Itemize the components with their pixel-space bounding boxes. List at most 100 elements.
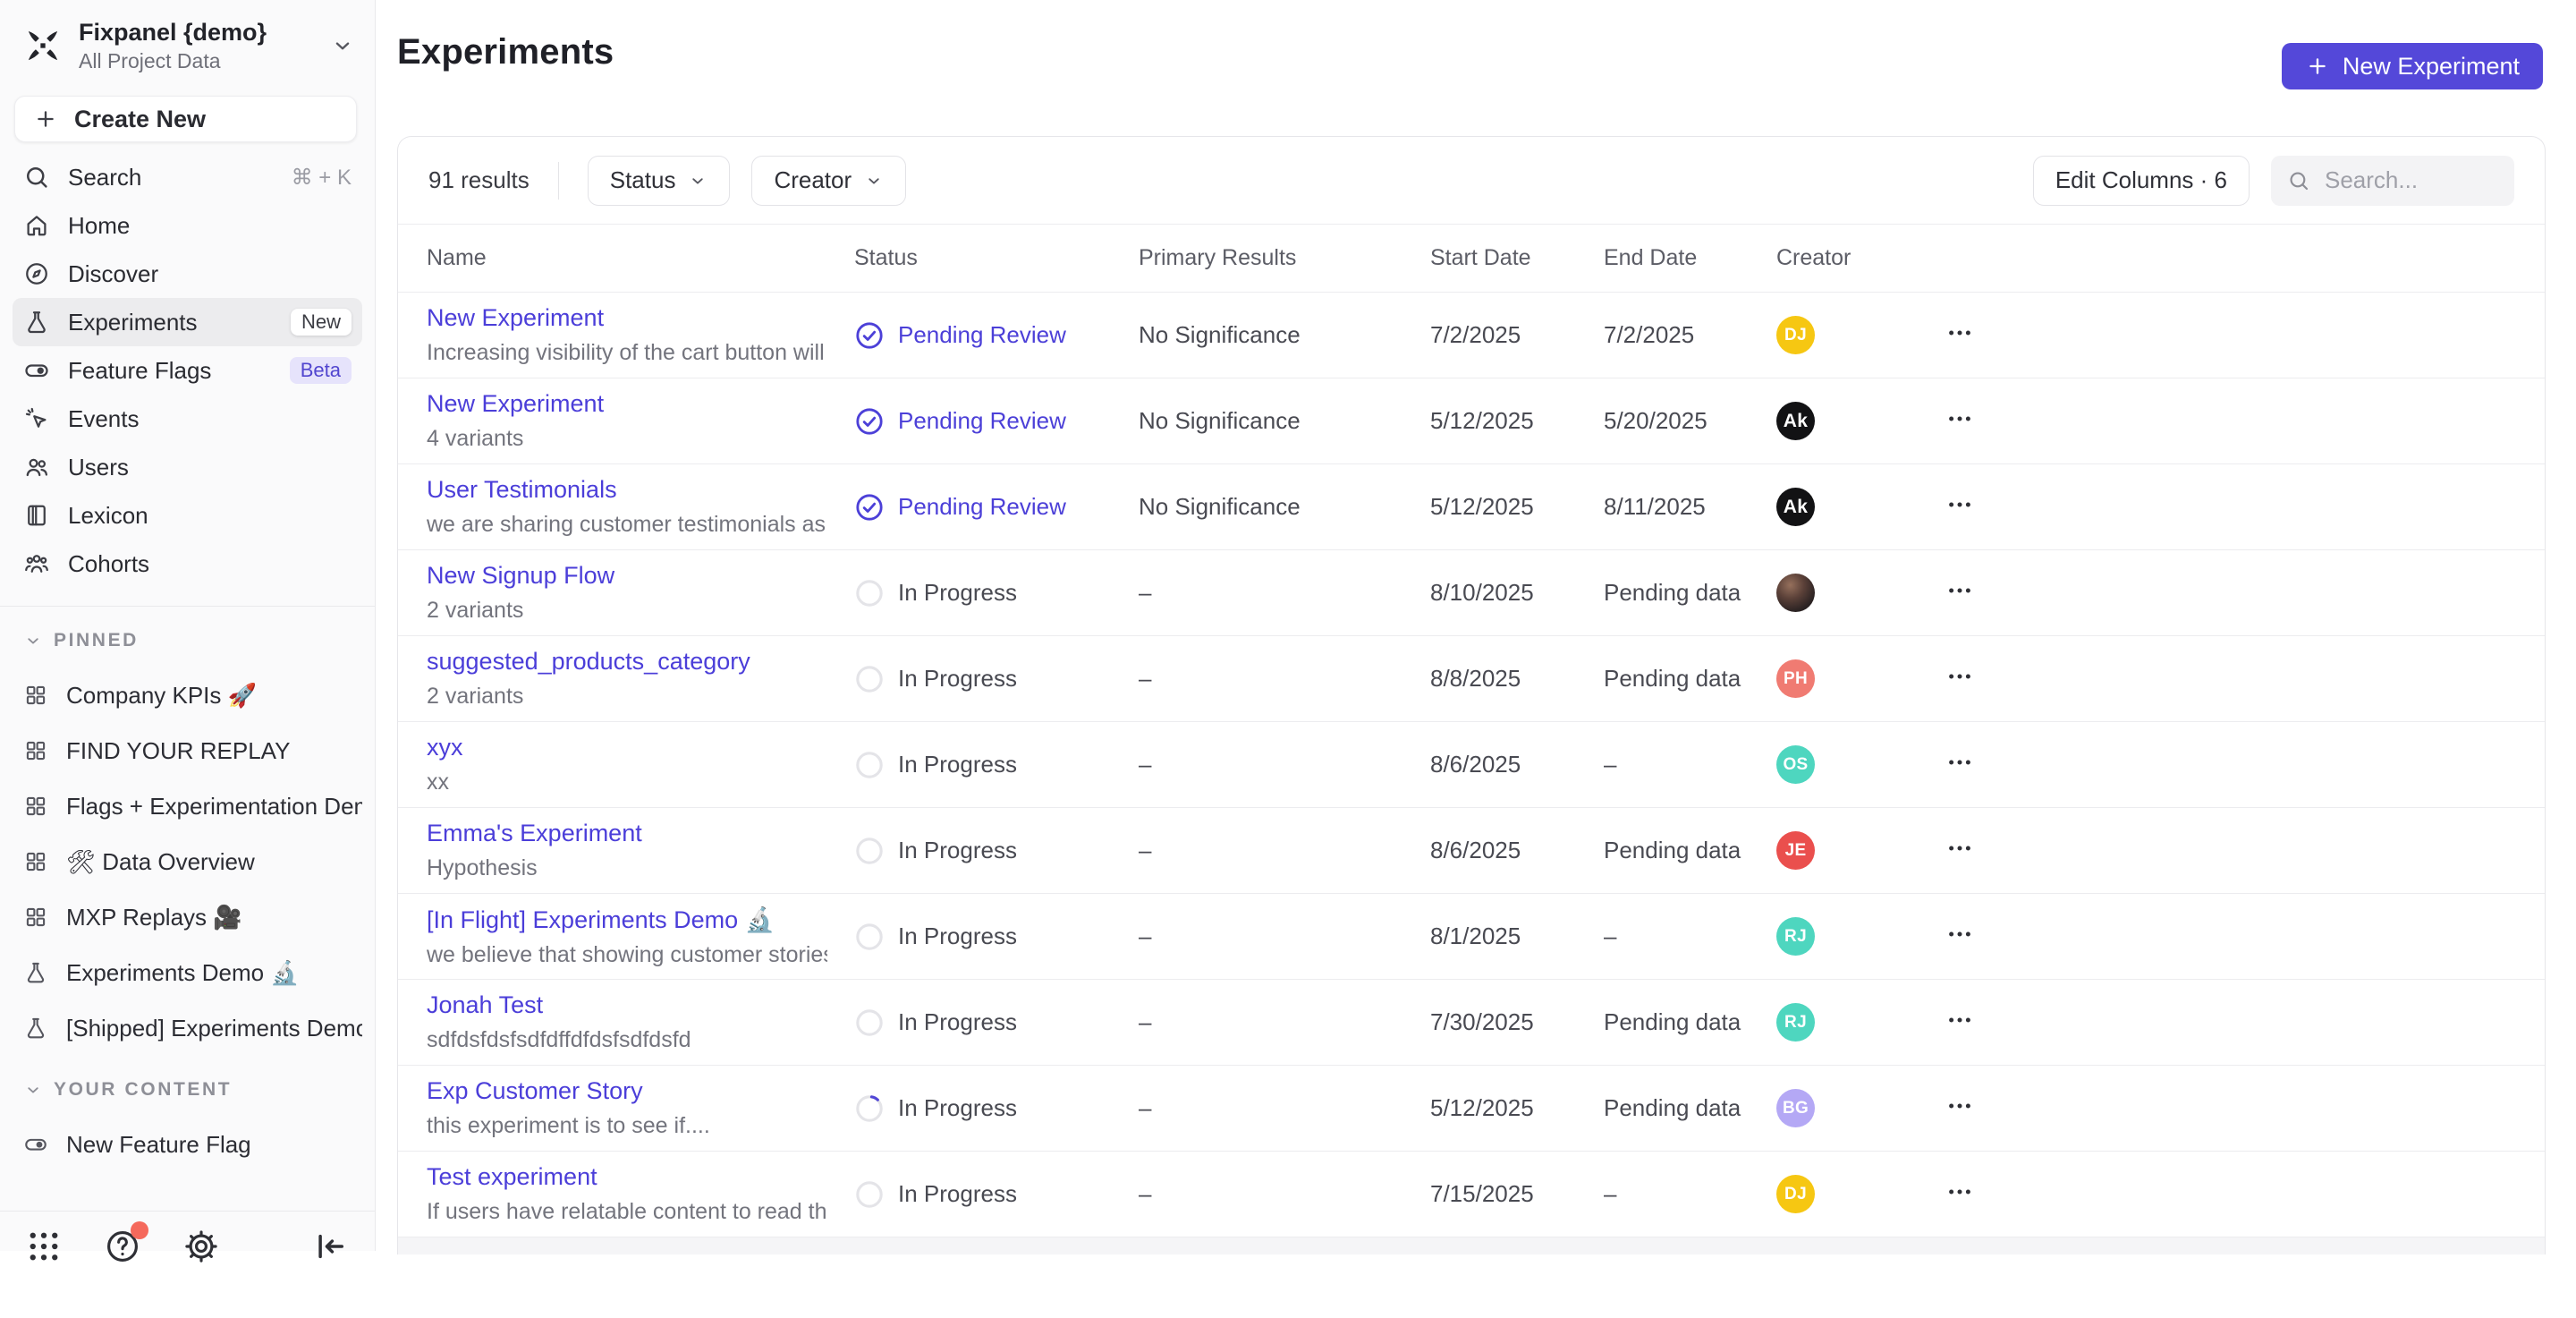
create-new-button[interactable]: Create New — [14, 96, 357, 142]
table-row: New Signup Flow 2 variants In Progress –… — [398, 550, 2545, 636]
pinned-item[interactable]: MXP Replays 🎥 — [13, 889, 362, 945]
edit-columns-button[interactable]: Edit Columns · 6 — [2033, 156, 2250, 206]
collapse-sidebar-icon[interactable] — [312, 1228, 350, 1265]
row-actions-menu-icon[interactable] — [1946, 405, 1973, 432]
search-input[interactable] — [2323, 166, 2498, 195]
creator-avatar[interactable]: DJ — [1776, 1175, 1815, 1213]
row-actions-menu-icon[interactable] — [1946, 319, 1973, 346]
row-actions-menu-icon[interactable] — [1946, 1093, 1973, 1119]
creator-avatar[interactable]: JE — [1776, 831, 1815, 870]
experiment-name-link[interactable]: [In Flight] Experiments Demo 🔬 — [427, 906, 827, 934]
new-experiment-button[interactable]: New Experiment — [2282, 43, 2543, 89]
pinned-item[interactable]: [Shipped] Experiments Demo 🖊 — [13, 1000, 362, 1056]
filter-dropdown[interactable]: Creator — [751, 156, 906, 206]
row-actions-menu-icon[interactable] — [1946, 491, 1973, 518]
status-icon — [854, 922, 885, 952]
sidebar-nav-item[interactable]: Home — [13, 201, 362, 250]
experiment-name-link[interactable]: Jonah Test — [427, 991, 827, 1019]
table-toolbar: 91 results Status Creator Edit Columns ·… — [398, 137, 2545, 225]
row-actions-menu-icon[interactable] — [1946, 1007, 1973, 1033]
row-actions-menu-icon[interactable] — [1946, 749, 1973, 776]
pinned-item[interactable]: Company KPIs 🚀 — [13, 668, 362, 723]
row-actions-menu-icon[interactable] — [1946, 663, 1973, 690]
sidebar-nav-item[interactable]: Discover — [13, 250, 362, 298]
column-header[interactable]: End Date — [1604, 245, 1776, 271]
your-content-item-icon — [23, 1132, 48, 1157]
creator-avatar[interactable]: BG — [1776, 1089, 1815, 1127]
row-actions-menu-icon[interactable] — [1946, 835, 1973, 862]
experiment-name-link[interactable]: Test experiment — [427, 1163, 827, 1191]
your-content-section-header[interactable]: YOUR CONTENT — [13, 1072, 362, 1108]
filter-dropdown[interactable]: Status — [588, 156, 731, 206]
create-new-label: Create New — [74, 106, 206, 133]
table-body: New Experiment Increasing visibility of … — [398, 293, 2545, 1254]
experiment-name-link[interactable]: Emma's Experiment — [427, 820, 827, 847]
creator-avatar[interactable]: Ak — [1776, 402, 1815, 440]
your-content-item[interactable]: New Feature Flag — [13, 1117, 362, 1172]
sidebar-nav-item[interactable]: Users — [13, 443, 362, 491]
experiment-name-link[interactable]: Exp Customer Story — [427, 1077, 827, 1105]
your-content-item-label: New Feature Flag — [66, 1131, 251, 1159]
column-header[interactable]: Primary Results — [1139, 245, 1430, 271]
creator-avatar[interactable]: Ak — [1776, 488, 1815, 526]
creator-avatar[interactable]: RJ — [1776, 1003, 1815, 1042]
nav-item-badge: New — [291, 309, 352, 336]
column-header[interactable]: Start Date — [1430, 245, 1604, 271]
pinned-item-icon — [23, 960, 48, 985]
workspace-switcher[interactable]: Fixpanel {demo} All Project Data — [0, 0, 375, 73]
results-count: 91 results — [428, 166, 530, 194]
experiment-name-link[interactable]: xyx — [427, 734, 827, 761]
sidebar-nav-item[interactable]: Events — [13, 395, 362, 443]
status-label: Pending Review — [898, 493, 1066, 521]
plus-icon — [2305, 54, 2330, 79]
experiment-name-link[interactable]: New Experiment — [427, 390, 827, 418]
help-icon[interactable] — [104, 1228, 141, 1265]
pinned-item[interactable]: 🛠 Data Overview — [13, 834, 362, 889]
column-header[interactable]: Creator — [1776, 245, 1902, 271]
creator-avatar[interactable] — [1776, 574, 1815, 612]
column-header[interactable]: Name — [427, 245, 854, 271]
pinned-section-title: PINNED — [54, 630, 139, 651]
apps-grid-icon[interactable] — [25, 1228, 63, 1265]
workspace-subtitle: All Project Data — [79, 48, 314, 73]
pinned-list: Company KPIs 🚀 FIND YOUR REPLAY Flags + … — [0, 668, 375, 1056]
nav-item-icon — [23, 260, 50, 287]
pinned-item[interactable]: Flags + Experimentation Demo 🧪 — [13, 778, 362, 834]
sidebar-footer — [0, 1211, 375, 1318]
experiment-name-link[interactable]: New Experiment — [427, 304, 827, 332]
chevron-down-icon — [23, 631, 43, 650]
sidebar-nav-item[interactable]: Experiments New — [13, 298, 362, 346]
pinned-item-label: Experiments Demo 🔬 — [66, 959, 300, 987]
creator-avatar[interactable]: RJ — [1776, 917, 1815, 956]
creator-avatar[interactable]: PH — [1776, 659, 1815, 698]
creator-avatar[interactable]: OS — [1776, 745, 1815, 784]
table-row: New Experiment Increasing visibility of … — [398, 293, 2545, 378]
row-actions-menu-icon[interactable] — [1946, 1178, 1973, 1205]
primary-results-value: – — [1139, 751, 1430, 778]
status-label: Pending Review — [898, 407, 1066, 435]
pinned-section-header[interactable]: PINNED — [13, 623, 362, 659]
pinned-item-icon — [23, 794, 48, 819]
column-header[interactable]: Status — [854, 245, 1139, 271]
edit-columns-label: Edit Columns · 6 — [2055, 166, 2227, 194]
nav-item-label: Search — [68, 164, 141, 191]
start-date-value: 8/10/2025 — [1430, 579, 1604, 607]
row-actions-menu-icon[interactable] — [1946, 921, 1973, 948]
end-date-value: – — [1604, 923, 1776, 950]
sidebar-nav-item[interactable]: Lexicon — [13, 491, 362, 540]
sidebar-nav-item[interactable]: Search ⌘ + K — [13, 153, 362, 201]
experiment-name-link[interactable]: New Signup Flow — [427, 562, 827, 590]
experiment-name-link[interactable]: User Testimonials — [427, 476, 827, 504]
gear-icon[interactable] — [182, 1228, 220, 1265]
pinned-item-label: 🛠 Data Overview — [66, 848, 255, 876]
sidebar-nav-item[interactable]: Feature Flags Beta — [13, 346, 362, 395]
pinned-item[interactable]: Experiments Demo 🔬 — [13, 945, 362, 1000]
experiment-name-link[interactable]: suggested_products_category — [427, 648, 827, 676]
row-actions-menu-icon[interactable] — [1946, 577, 1973, 604]
status-label: In Progress — [898, 1180, 1017, 1208]
creator-avatar[interactable]: DJ — [1776, 316, 1815, 354]
sidebar-nav-item[interactable]: Cohorts — [13, 540, 362, 588]
your-content-list: New Feature Flag — [0, 1117, 375, 1172]
end-date-value: Pending data — [1604, 837, 1776, 864]
pinned-item[interactable]: FIND YOUR REPLAY — [13, 723, 362, 778]
